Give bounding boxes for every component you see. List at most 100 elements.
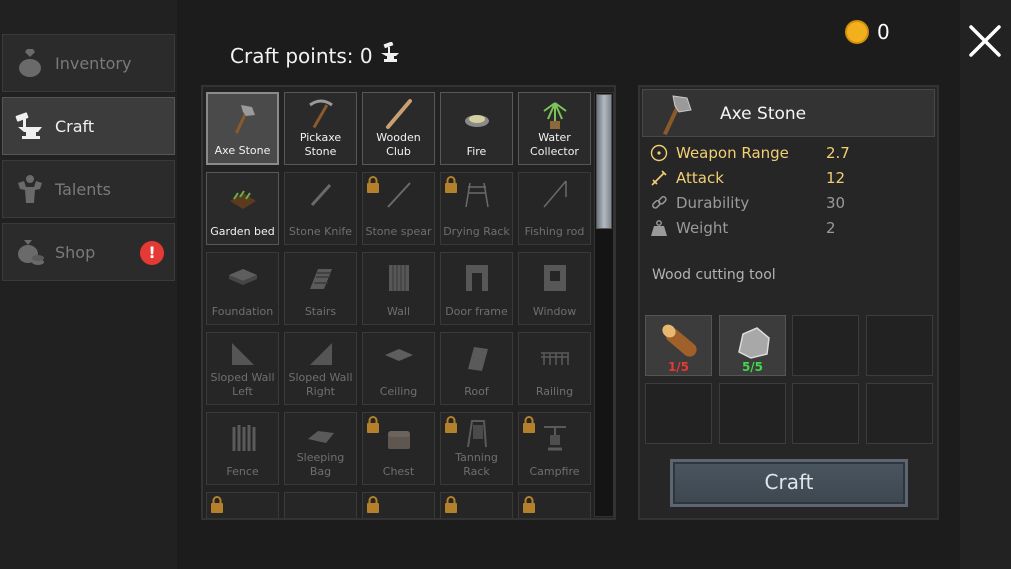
recipe-slot[interactable]: Roof [440,332,513,405]
recipe-slot[interactable]: Chest [362,412,435,485]
detail-title: Axe Stone [720,104,807,124]
recipe-slot[interactable]: Axe Stone [206,92,279,165]
ingredient-slot-empty [866,383,933,444]
recipe-label: Sloped Wall Left [210,371,275,398]
lock-icon [444,176,458,194]
recipe-slot[interactable]: Sleeping Bag [284,412,357,485]
sidebar-tab-inventory[interactable]: Inventory [2,34,175,92]
recipe-slot[interactable]: Wall [362,252,435,325]
anvil-icon [13,109,47,143]
recipe-slot[interactable]: Window [518,252,591,325]
item-icon [304,501,338,518]
recipe-label: Drying Rack [443,225,510,238]
item-icon [460,501,494,518]
recipe-slot[interactable]: Fishing rod [518,172,591,245]
recipe-label: Wooden Club [376,131,421,158]
recipe-label: Stone spear [365,225,432,238]
ingredient-slot-log[interactable]: 1/5 [645,315,712,376]
item-icon [538,501,572,518]
water-collector-icon [538,97,572,131]
lock-icon [522,416,536,434]
window-icon [538,261,572,295]
recipe-slot[interactable]: Stone spear [362,172,435,245]
pickaxe-icon [304,97,338,131]
detail-header: Axe Stone [642,89,935,137]
chain-icon [652,196,667,209]
lock-icon [444,496,458,514]
ingredient-slot-empty [792,315,859,376]
sloped-wall-right-icon [304,337,338,371]
ingredient-slot-stone[interactable]: 5/5 [719,315,786,376]
recipe-label: Garden bed [210,225,275,238]
notification-badge: ! [140,241,164,265]
recipe-slot[interactable]: Foundation [206,252,279,325]
recipe-slot[interactable]: Stone Knife [284,172,357,245]
ingredient-count: 1/5 [667,360,690,374]
recipe-slot[interactable] [284,492,357,518]
garden-bed-icon [226,181,260,215]
recipe-slot[interactable]: Ceiling [362,332,435,405]
lock-icon [522,496,536,514]
ingredient-slot-empty [645,383,712,444]
recipe-label: Fishing rod [524,225,585,238]
recipe-label: Sleeping Bag [296,451,345,478]
chest-icon [382,421,416,455]
recipe-label: Campfire [529,465,580,478]
recipe-grid: Axe Stone Pickaxe Stone Wooden Club Fire Wat… [206,92,592,518]
recipe-slot[interactable] [362,492,435,518]
recipe-label: Fire [466,145,487,158]
stat-name: Weapon Range [676,144,789,162]
sidebar-tab-shop[interactable]: Shop ! [2,223,175,281]
recipe-slot[interactable]: Garden bed [206,172,279,245]
recipe-label: Water Collector [530,131,579,158]
ingredient-slot-empty [866,315,933,376]
recipe-label: Roof [464,385,489,398]
recipe-slot[interactable]: Pickaxe Stone [284,92,357,165]
recipe-label: Sloped Wall Right [288,371,353,398]
spear-icon [382,177,416,211]
recipe-slot[interactable]: Fence [206,412,279,485]
recipe-slot[interactable]: Wooden Club [362,92,435,165]
recipe-slot[interactable] [440,492,513,518]
recipe-slot[interactable] [206,492,279,518]
sidebar-tab-craft[interactable]: Craft [2,97,175,155]
scroll-thumb[interactable] [596,94,612,229]
recipe-slot[interactable]: Water Collector [518,92,591,165]
stat-durability: Durability 30 [650,192,845,214]
range-icon [650,144,668,162]
stairs-icon [304,261,338,295]
recipe-slot[interactable]: Railing [518,332,591,405]
recipe-slot[interactable]: Campfire [518,412,591,485]
craft-points-label: Craft points: 0 [230,43,373,68]
recipe-slot[interactable]: Fire [440,92,513,165]
muscle-icon [13,172,47,206]
lock-icon [366,416,380,434]
recipe-label: Axe Stone [214,144,271,157]
craft-button[interactable]: Craft [670,459,908,507]
recipe-slot[interactable]: Sloped Wall Left [206,332,279,405]
wall-icon [382,261,416,295]
log-icon [661,324,697,357]
coin-icon [845,20,869,44]
roof-icon [460,341,494,375]
recipe-label: Pickaxe Stone [299,131,342,158]
recipe-label: Window [532,305,577,318]
recipe-label: Stone Knife [288,225,353,238]
close-button[interactable] [966,22,1004,60]
recipe-scrollbar[interactable] [594,92,614,517]
recipe-slot[interactable] [518,492,591,518]
sidebar-tab-talents[interactable]: Talents [2,160,175,218]
recipe-slot[interactable]: Tanning Rack [440,412,513,485]
recipe-label: Foundation [211,305,274,318]
recipe-detail-panel: Axe Stone Weapon Range 2.7 Attack 12 Dur… [638,85,939,520]
recipe-slot[interactable]: Stairs [284,252,357,325]
recipe-slot[interactable]: Door frame [440,252,513,325]
recipe-slot[interactable]: Drying Rack [440,172,513,245]
money-bag-icon [13,235,47,269]
coin-counter: 0 [845,20,890,44]
stat-name: Durability [676,194,750,212]
coin-amount: 0 [877,20,890,44]
club-icon [382,97,416,131]
sidebar-tab-label: Craft [55,116,95,136]
recipe-slot[interactable]: Sloped Wall Right [284,332,357,405]
